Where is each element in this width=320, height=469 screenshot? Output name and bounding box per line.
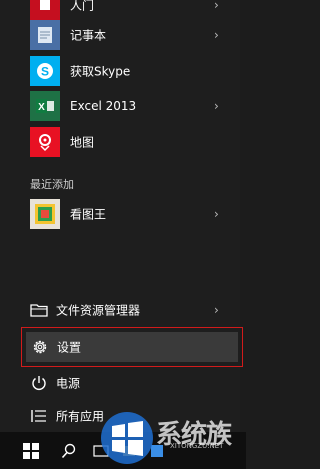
start-button[interactable] (16, 432, 46, 469)
svg-text:X: X (38, 102, 45, 113)
file-explorer-label: 文件资源管理器 (56, 303, 141, 318)
svg-text:S: S (41, 65, 49, 79)
app-icon (30, 0, 60, 20)
chevron-right-icon[interactable]: › (214, 207, 219, 221)
windows-logo-icon (23, 442, 39, 459)
app-item-label: 获取Skype (70, 64, 131, 79)
skype-icon: S (30, 56, 60, 86)
settings-label: 设置 (57, 340, 82, 355)
power-item[interactable]: 电源 (0, 367, 240, 399)
app-item-maps[interactable]: 地图 (0, 125, 240, 159)
excel-icon: X (30, 91, 60, 121)
gear-icon (33, 340, 47, 354)
power-icon (32, 376, 46, 390)
notepad-icon (30, 20, 60, 50)
search-icon (61, 443, 76, 458)
search-button[interactable] (56, 432, 82, 469)
image-viewer-icon (30, 199, 60, 229)
settings-item[interactable]: 设置 (26, 332, 238, 362)
chevron-right-icon[interactable]: › (214, 99, 219, 113)
app-item-notepad[interactable]: 记事本 › (0, 18, 240, 52)
app-item-label: 看图王 (70, 207, 107, 222)
app-item-image-viewer[interactable]: 看图王 › (0, 197, 240, 231)
app-item-label: 记事本 (70, 28, 107, 43)
watermark-url: XITONGZU.NET (170, 442, 224, 450)
app-item-label: Excel 2013 (70, 99, 137, 113)
list-icon (31, 410, 46, 422)
start-menu: 人门 › 记事本 › S 获取Skype X Excel 2013 › 地图 最… (0, 0, 243, 432)
recently-added-header: 最近添加 (30, 178, 74, 191)
app-item-label: 人门 (70, 0, 95, 13)
chevron-right-icon[interactable]: › (214, 28, 219, 42)
file-explorer-item[interactable]: 文件资源管理器 › (0, 294, 240, 326)
app-item-label: 地图 (70, 135, 95, 150)
chevron-right-icon[interactable]: › (214, 0, 219, 12)
watermark-logo-icon (101, 412, 153, 464)
watermark: 系统族 XITONGZU.NET (98, 408, 246, 469)
app-item-excel[interactable]: X Excel 2013 › (0, 89, 240, 123)
settings-highlight-box: 设置 (21, 327, 243, 367)
power-label: 电源 (56, 376, 81, 391)
app-item-skype[interactable]: S 获取Skype (0, 54, 240, 88)
maps-icon (30, 127, 60, 157)
folder-icon (30, 304, 48, 317)
chevron-right-icon[interactable]: › (214, 303, 219, 317)
all-apps-label: 所有应用 (56, 409, 105, 424)
